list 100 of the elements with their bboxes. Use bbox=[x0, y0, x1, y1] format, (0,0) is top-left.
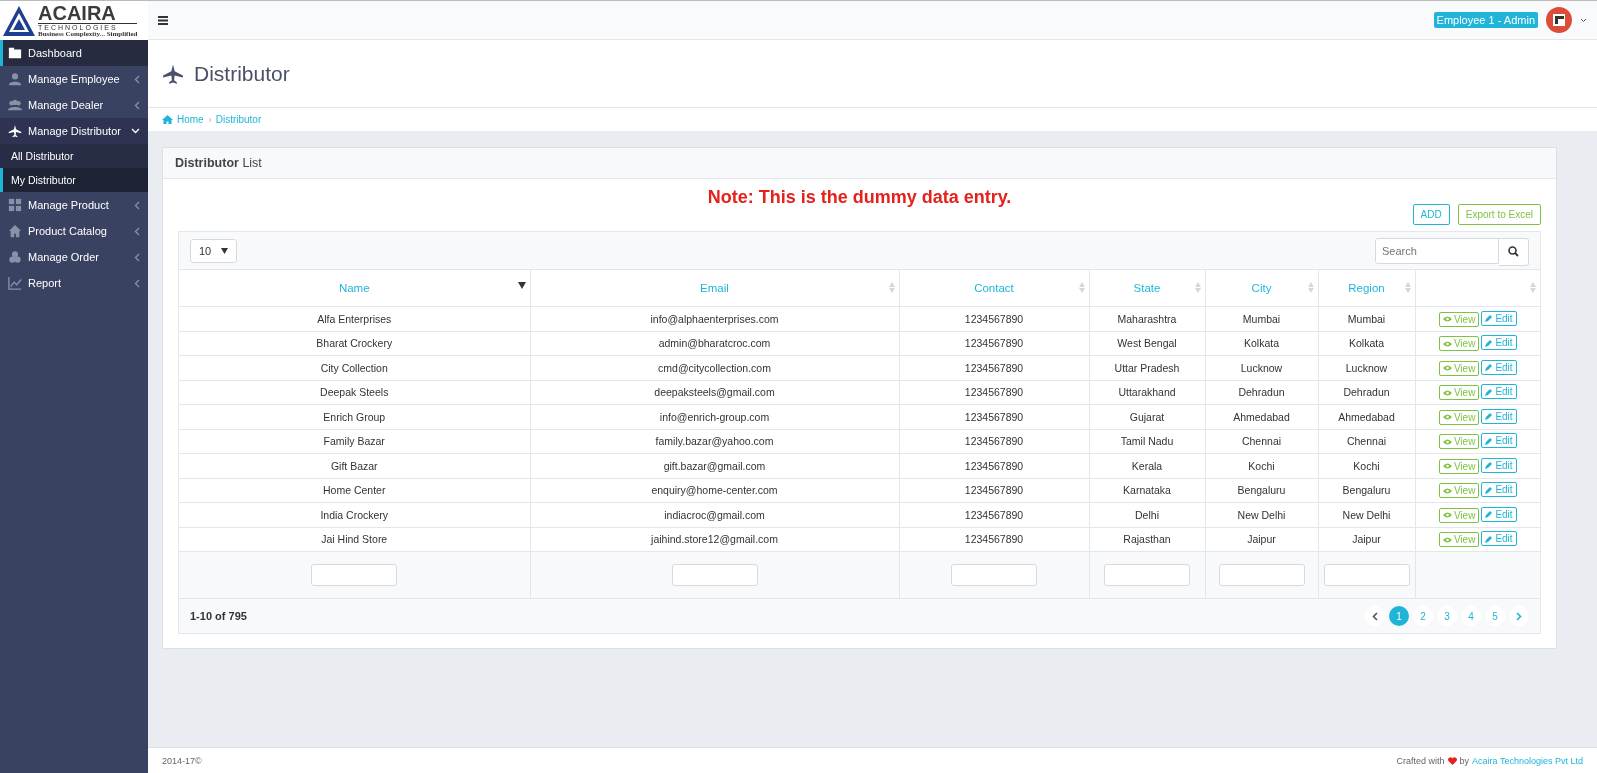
table-cell: Enrich Group bbox=[179, 404, 530, 429]
filter-field[interactable] bbox=[1323, 564, 1410, 586]
table-cell: Deepak Steels bbox=[179, 380, 530, 405]
edit-button[interactable]: Edit bbox=[1481, 531, 1517, 547]
table-cell: 1234567890 bbox=[899, 502, 1089, 527]
table-cell: 1234567890 bbox=[899, 478, 1089, 503]
table-cell: Ahmedabad bbox=[1205, 404, 1318, 429]
column-header[interactable]: Region bbox=[1318, 270, 1415, 307]
view-button[interactable]: View bbox=[1438, 458, 1480, 474]
house-icon bbox=[8, 224, 22, 238]
view-button[interactable]: View bbox=[1438, 507, 1480, 523]
airplane-icon bbox=[8, 124, 22, 138]
previous-page-button[interactable] bbox=[1365, 606, 1385, 626]
export-button[interactable]: Export to Excel bbox=[1457, 204, 1541, 225]
search-icon bbox=[1508, 246, 1519, 257]
sidebar-item[interactable]: Manage Product bbox=[0, 192, 148, 218]
next-page-button[interactable] bbox=[1509, 606, 1529, 626]
panel-title: Distributor List bbox=[163, 148, 1556, 179]
company-link[interactable]: Acaira Technologies Pvt Ltd bbox=[1472, 755, 1583, 766]
view-button[interactable]: View bbox=[1438, 483, 1480, 499]
edit-button[interactable]: Edit bbox=[1481, 506, 1517, 522]
table-cell: gift.bazar@gmail.com bbox=[530, 453, 899, 478]
column-header[interactable]: Name bbox=[179, 270, 530, 307]
menu-icon[interactable] bbox=[158, 15, 168, 25]
filter-field[interactable] bbox=[1218, 564, 1305, 586]
table-cell: 1234567890 bbox=[899, 355, 1089, 380]
eye-icon bbox=[1442, 316, 1452, 323]
add-button[interactable]: ADD bbox=[1412, 204, 1450, 225]
column-header[interactable]: City bbox=[1205, 270, 1318, 307]
sidebar-item[interactable]: Report bbox=[0, 270, 148, 296]
by-text: by bbox=[1459, 755, 1470, 766]
edit-button[interactable]: Edit bbox=[1481, 335, 1517, 351]
avatar[interactable] bbox=[1546, 7, 1572, 33]
table-cell: Mumbai bbox=[1205, 306, 1318, 331]
eye-icon bbox=[1442, 340, 1452, 347]
eye-icon bbox=[1442, 463, 1452, 470]
search-field[interactable]: Search bbox=[1375, 237, 1499, 264]
view-button[interactable]: View bbox=[1438, 336, 1480, 352]
search-button[interactable] bbox=[1499, 237, 1529, 266]
edit-button[interactable]: Edit bbox=[1481, 408, 1517, 424]
column-header[interactable]: State bbox=[1089, 270, 1205, 307]
breadcrumb-link[interactable]: Distributor bbox=[215, 114, 262, 125]
home-icon[interactable] bbox=[162, 115, 173, 124]
edit-button[interactable]: Edit bbox=[1481, 457, 1517, 473]
filter-field[interactable] bbox=[1104, 564, 1190, 586]
table-cell: Alfa Enterprises bbox=[179, 306, 530, 331]
copyright-text: 2014-17© bbox=[162, 755, 202, 766]
view-button[interactable]: View bbox=[1438, 409, 1480, 425]
view-button[interactable]: View bbox=[1438, 434, 1480, 450]
page-button[interactable]: 5 bbox=[1485, 606, 1505, 626]
page-size-select[interactable]: 10 bbox=[190, 238, 238, 263]
page-button[interactable]: 1 bbox=[1389, 606, 1409, 626]
sidebar-item[interactable]: Dashboard bbox=[0, 40, 148, 66]
edit-button[interactable]: Edit bbox=[1481, 433, 1517, 449]
sidebar-item[interactable]: Product Catalog bbox=[0, 218, 148, 244]
view-button[interactable]: View bbox=[1438, 385, 1480, 401]
page-button[interactable]: 4 bbox=[1461, 606, 1481, 626]
pencil-icon bbox=[1485, 510, 1494, 519]
table-cell: admin@bharatcroc.com bbox=[530, 331, 899, 356]
table-cell: Jaipur bbox=[1205, 527, 1318, 552]
table-cell: Chennai bbox=[1205, 429, 1318, 454]
edit-button[interactable]: Edit bbox=[1481, 482, 1517, 498]
sidebar-subitem[interactable]: All Distributor bbox=[0, 144, 148, 168]
column-header[interactable]: Email bbox=[530, 270, 899, 307]
logo-name: ACAIRA bbox=[38, 3, 117, 23]
edit-button[interactable]: Edit bbox=[1481, 359, 1517, 375]
table-cell: cmd@citycollection.com bbox=[530, 355, 899, 380]
eye-icon bbox=[1442, 487, 1452, 494]
filter-field[interactable] bbox=[311, 564, 398, 586]
sidebar-subitem[interactable]: My Distributor bbox=[0, 168, 148, 192]
table-cell: Kolkata bbox=[1205, 331, 1318, 356]
table-cell: Kochi bbox=[1318, 453, 1415, 478]
table-cell: jaihind.store12@gmail.com bbox=[530, 527, 899, 552]
sidebar-item[interactable]: Manage Employee bbox=[0, 66, 148, 92]
view-button[interactable]: View bbox=[1438, 532, 1480, 548]
table-cell: info@enrich-group.com bbox=[530, 404, 899, 429]
view-button[interactable]: View bbox=[1438, 360, 1480, 376]
table-cell: 1234567890 bbox=[899, 429, 1089, 454]
view-button[interactable]: View bbox=[1438, 311, 1480, 327]
filter-field[interactable] bbox=[951, 564, 1037, 586]
breadcrumb-link[interactable]: Home bbox=[177, 114, 204, 125]
sidebar-item[interactable]: Manage Distributor bbox=[0, 118, 148, 144]
page-button[interactable]: 2 bbox=[1413, 606, 1433, 626]
people-icon bbox=[8, 98, 22, 112]
edit-button[interactable]: Edit bbox=[1481, 310, 1517, 326]
edit-button[interactable]: Edit bbox=[1481, 384, 1517, 400]
table-cell: Bharat Crockery bbox=[179, 331, 530, 356]
table-cell: deepaksteels@gmail.com bbox=[530, 380, 899, 405]
filter-field[interactable] bbox=[671, 564, 758, 586]
heart-icon bbox=[1447, 756, 1457, 765]
pencil-icon bbox=[1485, 534, 1494, 543]
column-header[interactable]: Contact bbox=[899, 270, 1089, 307]
caret-icon[interactable] bbox=[1580, 17, 1587, 23]
page-button[interactable]: 3 bbox=[1437, 606, 1457, 626]
eye-icon bbox=[1442, 536, 1452, 543]
sidebar-item[interactable]: Manage Order bbox=[0, 244, 148, 270]
line-chart-icon bbox=[8, 276, 22, 290]
pencil-icon bbox=[1485, 387, 1494, 396]
sidebar-item[interactable]: Manage Dealer bbox=[0, 92, 148, 118]
table-cell: Rajasthan bbox=[1089, 527, 1205, 552]
